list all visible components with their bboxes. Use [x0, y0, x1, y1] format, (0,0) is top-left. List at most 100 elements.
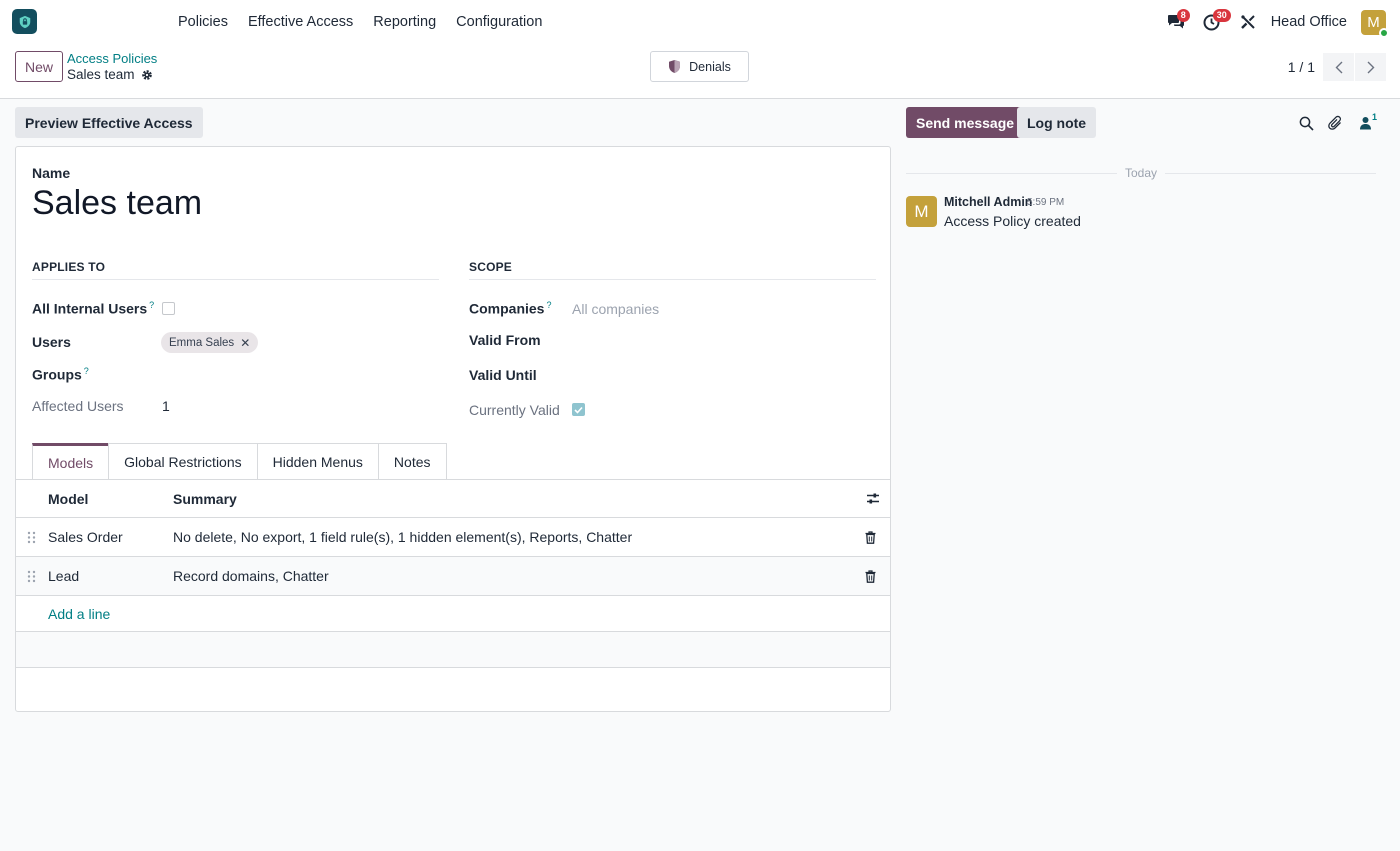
pager-next-button[interactable]: [1355, 53, 1386, 81]
separator-line: [1165, 172, 1376, 174]
scope-group-title: SCOPE: [469, 260, 876, 280]
help-tooltip-icon[interactable]: ?: [149, 300, 154, 310]
menu-configuration[interactable]: Configuration: [446, 14, 552, 30]
trash-icon: [865, 530, 876, 544]
add-line-row: Add a line: [16, 596, 890, 632]
remove-tag-icon[interactable]: ✕: [240, 336, 250, 350]
column-header-summary[interactable]: Summary: [173, 480, 237, 517]
paperclip-icon: [1327, 115, 1341, 130]
empty-row: [16, 632, 890, 668]
companies-label-text: Companies: [469, 300, 545, 317]
search-icon: [1299, 116, 1314, 131]
day-separator: Today: [906, 165, 1376, 181]
day-separator-label: Today: [1124, 166, 1158, 180]
user-icon: [1359, 117, 1371, 130]
applies-to-group-title: APPLIES TO: [32, 260, 439, 280]
valid-from-label: Valid From: [469, 332, 541, 348]
messaging-menu[interactable]: 8: [1161, 7, 1191, 37]
company-switcher[interactable]: Head Office: [1271, 14, 1347, 30]
drag-handle-icon[interactable]: [27, 557, 36, 595]
message-time: 5:59 PM: [1027, 197, 1065, 208]
table-row[interactable]: Lead Record domains, Chatter: [16, 557, 890, 596]
activity-menu[interactable]: 30: [1197, 7, 1231, 37]
row-summary[interactable]: Record domains, Chatter: [173, 557, 329, 595]
preview-effective-access-button[interactable]: Preview Effective Access: [15, 107, 203, 138]
user-initial: M: [1367, 13, 1380, 31]
pager: 1 / 1: [1288, 53, 1386, 81]
tab-global-restrictions[interactable]: Global Restrictions: [108, 443, 258, 480]
denials-smart-button[interactable]: Denials: [650, 51, 749, 82]
valid-until-label: Valid Until: [469, 367, 537, 383]
messages-badge: 8: [1176, 9, 1190, 22]
help-tooltip-icon[interactable]: ?: [546, 300, 551, 310]
denials-label: Denials: [689, 59, 731, 74]
add-a-line-link[interactable]: Add a line: [48, 596, 110, 631]
affected-users-value: 1: [162, 398, 170, 414]
message-body: Access Policy created: [944, 213, 1081, 229]
trash-icon: [865, 569, 876, 583]
followers-count: 1: [1372, 112, 1378, 122]
log-note-button[interactable]: Log note: [1017, 107, 1097, 138]
breadcrumb-current-label: Sales team: [67, 67, 135, 82]
menu-effective-access[interactable]: Effective Access: [238, 14, 363, 30]
message-author-avatar[interactable]: M: [906, 196, 937, 227]
help-tooltip-icon[interactable]: ?: [84, 366, 89, 376]
companies-label: Companies?: [469, 300, 551, 317]
menu-reporting[interactable]: Reporting: [363, 14, 446, 30]
debug-tools-menu[interactable]: [1233, 7, 1263, 37]
delete-row-button[interactable]: [865, 518, 876, 556]
message-author[interactable]: Mitchell Admin: [944, 195, 1032, 209]
tab-notes[interactable]: Notes: [377, 443, 447, 480]
all-internal-users-checkbox[interactable]: [162, 302, 175, 315]
affected-users-label: Affected Users: [32, 398, 124, 414]
sliders-icon: [867, 493, 879, 504]
menu-policies[interactable]: Policies: [168, 14, 238, 30]
currently-valid-label: Currently Valid: [469, 402, 560, 418]
delete-row-button[interactable]: [865, 557, 876, 595]
top-navbar: Policies Effective Access Reporting Conf…: [0, 0, 1400, 44]
all-internal-users-label: All Internal Users?: [32, 300, 154, 317]
companies-input[interactable]: All companies: [572, 301, 659, 317]
pager-previous-button[interactable]: [1323, 53, 1354, 81]
shield-lock-icon: [19, 15, 30, 28]
name-label: Name: [32, 165, 71, 181]
app-logo-icon[interactable]: [12, 9, 37, 34]
new-button[interactable]: New: [15, 51, 64, 82]
drag-handle-icon[interactable]: [27, 518, 36, 556]
column-header-model[interactable]: Model: [48, 480, 88, 517]
row-summary[interactable]: No delete, No export, 1 field rule(s), 1…: [173, 518, 632, 556]
pager-value[interactable]: 1 / 1: [1288, 59, 1315, 75]
notebook-tabs: Models Global Restrictions Hidden Menus …: [32, 443, 447, 480]
tab-models[interactable]: Models: [32, 443, 110, 480]
attachments-button[interactable]: [1323, 111, 1347, 135]
row-model[interactable]: Lead: [48, 557, 79, 595]
search-messages-button[interactable]: [1294, 111, 1318, 135]
chevron-right-icon: [1367, 61, 1374, 73]
control-panel: New Access Policies Sales team Denials 1…: [0, 44, 1400, 99]
breadcrumb: Access Policies Sales team: [67, 51, 157, 83]
chevron-left-icon: [1335, 61, 1342, 73]
groups-label: Groups?: [32, 366, 89, 383]
main-menu: Policies Effective Access Reporting Conf…: [168, 0, 552, 44]
name-field[interactable]: Sales team: [32, 184, 202, 223]
table-header: Model Summary: [16, 480, 890, 518]
table-row[interactable]: Sales Order No delete, No export, 1 fiel…: [16, 518, 890, 557]
shield-icon: [669, 60, 681, 73]
send-message-button[interactable]: Send message: [906, 107, 1025, 138]
currently-valid-checkbox: [572, 403, 585, 416]
tab-hidden-menus[interactable]: Hidden Menus: [256, 443, 379, 480]
gear-icon[interactable]: [141, 69, 153, 81]
breadcrumb-current: Sales team: [67, 67, 157, 83]
presence-status-icon: [1379, 27, 1389, 38]
row-model[interactable]: Sales Order: [48, 518, 123, 556]
user-tag[interactable]: Emma Sales ✕: [161, 332, 259, 353]
form-sheet: Name Sales team APPLIES TO SCOPE All Int…: [15, 146, 891, 712]
optional-columns-toggle[interactable]: [866, 480, 880, 517]
models-table: Model Summary Sales Order No delete, No …: [16, 480, 890, 668]
breadcrumb-parent[interactable]: Access Policies: [67, 51, 157, 67]
user-tag-label: Emma Sales: [169, 336, 235, 349]
user-avatar[interactable]: M: [1361, 9, 1389, 38]
tools-icon: [1240, 15, 1255, 29]
users-label: Users: [32, 334, 71, 350]
all-internal-users-label-text: All Internal Users: [32, 300, 148, 317]
